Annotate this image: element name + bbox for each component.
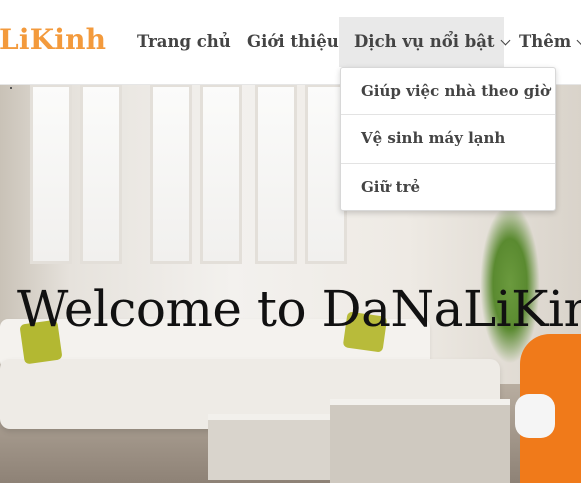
dropdown-item-hourly-housekeeping[interactable]: Giúp việc nhà theo giờ [341, 68, 555, 114]
window-decoration [30, 84, 72, 264]
nav-more-label: Thêm [519, 32, 572, 51]
window-decoration [80, 84, 122, 264]
chevron-down-icon [500, 35, 511, 46]
window-decoration [150, 84, 192, 264]
services-dropdown-menu: Giúp việc nhà theo giờ Vệ sinh máy lạnh … [340, 67, 556, 211]
nav-more-dropdown[interactable]: Thêm [519, 17, 581, 67]
hero-title: Welcome to DaNaLiKinh [17, 280, 581, 338]
window-decoration [200, 84, 242, 264]
brand-logo[interactable]: LiKinh [0, 23, 106, 56]
dropdown-item-childcare[interactable]: Giữ trẻ [341, 164, 555, 210]
table-decoration [330, 399, 510, 483]
window-decoration [255, 84, 297, 264]
nav-about[interactable]: Giới thiệu [247, 17, 339, 67]
chevron-down-icon [576, 35, 581, 46]
nav-services-dropdown[interactable]: Dịch vụ nổi bật [339, 17, 511, 67]
glove-decoration [515, 394, 555, 438]
nav-services-label: Dịch vụ nổi bật [354, 32, 495, 51]
dropdown-item-aircon-cleaning[interactable]: Vệ sinh máy lạnh [341, 115, 555, 161]
cursor-dot [10, 87, 12, 89]
nav-home[interactable]: Trang chủ [137, 17, 231, 67]
